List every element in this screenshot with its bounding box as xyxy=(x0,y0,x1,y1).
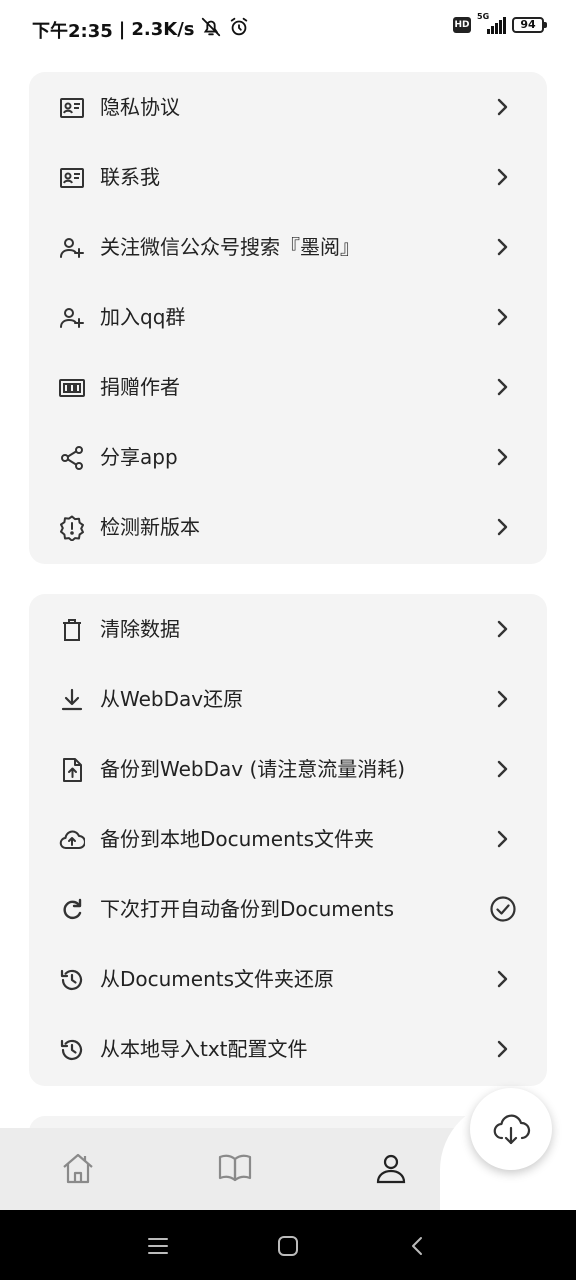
user-icon[interactable] xyxy=(373,1150,413,1190)
chevron-right-icon xyxy=(491,95,513,119)
alarm-icon xyxy=(228,16,250,43)
status-time: 下午2:35 xyxy=(32,20,113,42)
row-label: 捐赠作者 xyxy=(100,375,180,399)
history-icon xyxy=(59,1037,85,1063)
status-bar: 下午2:35 | 2.3K/s HD 5G 94 xyxy=(0,0,576,56)
home-icon[interactable] xyxy=(60,1150,100,1190)
network-type: 5G xyxy=(477,12,490,21)
chevron-right-icon xyxy=(491,515,513,539)
clear-data-row[interactable]: 清除数据 xyxy=(29,594,547,664)
chevron-right-icon xyxy=(491,967,513,991)
donate-author-row[interactable]: 捐赠作者 xyxy=(29,352,547,422)
import-txt-config-row[interactable]: 从本地导入txt配置文件 xyxy=(29,1014,547,1084)
row-label: 分享app xyxy=(100,445,178,469)
back-icon[interactable] xyxy=(406,1234,430,1258)
chevron-right-icon xyxy=(491,305,513,329)
add-user-icon xyxy=(59,305,85,331)
recent-apps-icon[interactable] xyxy=(146,1234,170,1258)
battery-indicator: 94 xyxy=(512,17,547,33)
history-icon xyxy=(59,967,85,993)
add-user-icon xyxy=(59,235,85,261)
donate-icon xyxy=(59,375,85,401)
share-app-row[interactable]: 分享app xyxy=(29,422,547,492)
backup-webdav-row[interactable]: 备份到WebDav (请注意流量消耗) xyxy=(29,734,547,804)
row-label: 从Documents文件夹还原 xyxy=(100,967,335,991)
hd-badge: HD xyxy=(453,17,471,33)
row-label: 从WebDav还原 xyxy=(100,687,244,711)
trash-icon xyxy=(59,617,85,643)
auto-backup-row[interactable]: 下次打开自动备份到Documents xyxy=(29,874,547,944)
row-label: 从本地导入txt配置文件 xyxy=(100,1037,308,1061)
contact-me-row[interactable]: 联系我 xyxy=(29,142,547,212)
row-label: 隐私协议 xyxy=(100,95,180,119)
chevron-right-icon xyxy=(491,687,513,711)
check-circle-icon[interactable] xyxy=(489,895,517,923)
signal-icon: 5G xyxy=(477,12,506,34)
check-update-row[interactable]: 检测新版本 xyxy=(29,492,547,562)
wechat-follow-row[interactable]: 关注微信公众号搜索『墨阅』 xyxy=(29,212,547,282)
restore-webdav-row[interactable]: 从WebDav还原 xyxy=(29,664,547,734)
status-left: 下午2:35 | 2.3K/s xyxy=(32,16,250,43)
file-upload-icon xyxy=(59,757,85,783)
backup-card: 清除数据 从WebDav还原 备份到WebDav (请注意流量消耗) 备份到本地… xyxy=(29,594,547,1086)
row-label: 加入qq群 xyxy=(100,305,186,329)
row-label: 清除数据 xyxy=(100,617,180,641)
book-icon[interactable] xyxy=(217,1150,257,1190)
home-button-icon[interactable] xyxy=(276,1234,300,1258)
mute-icon xyxy=(200,16,222,43)
chevron-right-icon xyxy=(491,617,513,641)
status-separator: | xyxy=(118,19,126,40)
share-icon xyxy=(59,445,85,471)
id-card-icon xyxy=(59,95,85,121)
chevron-right-icon xyxy=(491,445,513,469)
download-icon xyxy=(59,687,85,713)
restore-documents-row[interactable]: 从Documents文件夹还原 xyxy=(29,944,547,1014)
chevron-right-icon xyxy=(491,827,513,851)
chevron-right-icon xyxy=(491,375,513,399)
chevron-right-icon xyxy=(491,1037,513,1061)
row-label: 备份到WebDav (请注意流量消耗) xyxy=(100,757,406,781)
chevron-right-icon xyxy=(491,235,513,259)
row-label: 联系我 xyxy=(100,165,160,189)
row-label: 备份到本地Documents文件夹 xyxy=(100,827,375,851)
privacy-policy-row[interactable]: 隐私协议 xyxy=(29,72,547,142)
row-label: 下次打开自动备份到Documents xyxy=(100,897,395,921)
row-label: 检测新版本 xyxy=(100,515,200,539)
system-nav-bar xyxy=(0,1210,576,1280)
cloud-download-button[interactable] xyxy=(470,1088,552,1170)
backup-local-row[interactable]: 备份到本地Documents文件夹 xyxy=(29,804,547,874)
about-card: 隐私协议 联系我 关注微信公众号搜索『墨阅』 加入qq群 捐赠作者 分享app … xyxy=(29,72,547,564)
chevron-right-icon xyxy=(491,165,513,189)
refresh-icon xyxy=(59,897,85,923)
update-badge-icon xyxy=(59,515,85,541)
join-qq-group-row[interactable]: 加入qq群 xyxy=(29,282,547,352)
cloud-download-icon xyxy=(491,1109,531,1149)
status-right: HD 5G 94 xyxy=(453,12,547,34)
row-label: 关注微信公众号搜索『墨阅』 xyxy=(100,235,360,259)
id-card-icon xyxy=(59,165,85,191)
status-speed: 2.3K/s xyxy=(131,19,195,40)
cloud-upload-icon xyxy=(59,827,85,853)
chevron-right-icon xyxy=(491,757,513,781)
